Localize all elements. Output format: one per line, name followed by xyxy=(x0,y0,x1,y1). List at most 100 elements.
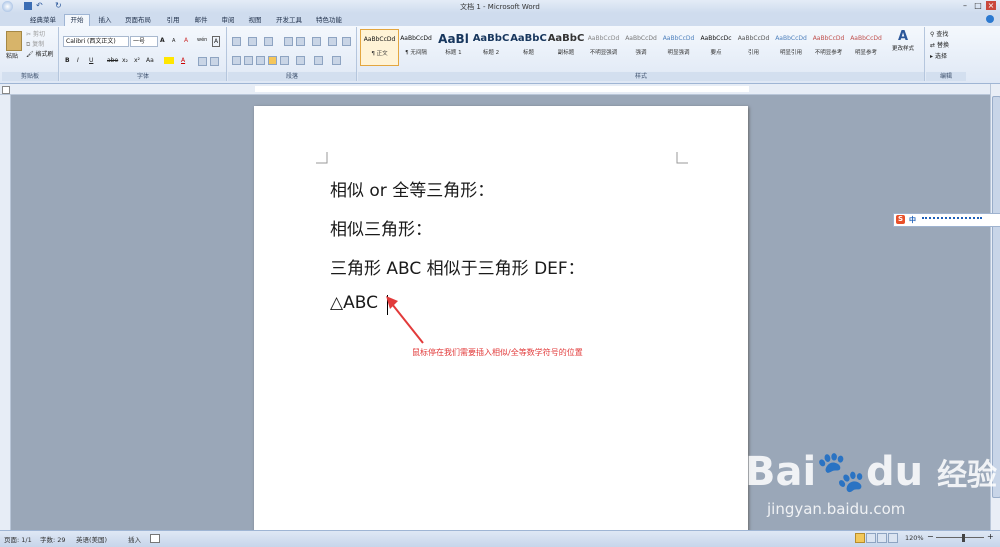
bullets-icon[interactable] xyxy=(232,37,241,46)
shading-icon[interactable] xyxy=(314,56,323,65)
shrink-font-button[interactable]: A xyxy=(172,37,175,46)
style-item[interactable]: AaBbCcDd 明显参考 xyxy=(848,29,885,64)
style-item[interactable]: AaBbCcDd 明显强调 xyxy=(660,29,697,64)
line-spacing-icon[interactable] xyxy=(296,56,305,65)
align-center-icon[interactable] xyxy=(244,56,253,65)
style-item[interactable]: AaBbC 副标题 xyxy=(548,29,585,64)
strikethrough-button[interactable]: abe xyxy=(107,56,118,65)
macro-record-icon[interactable] xyxy=(150,534,160,543)
copy-button[interactable]: ⧉ 复制 xyxy=(26,40,44,49)
watermark-cn: 经验 xyxy=(937,458,998,493)
style-item[interactable]: AaBl 标题 1 xyxy=(435,29,472,64)
fullscreen-reading-view-icon[interactable] xyxy=(866,533,876,543)
highlight-icon[interactable] xyxy=(164,57,174,64)
char-border-button[interactable]: A xyxy=(212,36,221,47)
chinese-layout-icon[interactable] xyxy=(312,37,321,46)
align-left-icon[interactable] xyxy=(232,56,241,65)
justify-icon[interactable] xyxy=(268,56,277,65)
paste-button[interactable]: 粘贴 xyxy=(6,52,18,61)
status-language[interactable]: 英语(美国) xyxy=(76,534,107,544)
style-item[interactable]: AaBbCcDd 不明显强调 xyxy=(585,29,622,64)
vertical-ruler[interactable] xyxy=(0,95,11,530)
change-case-button[interactable]: Aa xyxy=(146,56,154,65)
minimize-button[interactable]: – xyxy=(960,1,970,10)
doc-line-3: 三角形 ABC 相似于三角形 DEF： xyxy=(330,259,585,279)
style-item[interactable]: AaBbCcDd ¶ 正文 xyxy=(360,29,399,66)
outline-view-icon[interactable] xyxy=(888,533,898,543)
increase-indent-icon[interactable] xyxy=(296,37,305,46)
replace-button[interactable]: ⇄ 替换 xyxy=(930,41,949,50)
ime-lang[interactable]: 中 xyxy=(909,215,916,225)
tab-developer[interactable]: 开发工具 xyxy=(272,15,306,26)
style-item[interactable]: AaBbCcDd 引用 xyxy=(735,29,772,64)
decrease-indent-icon[interactable] xyxy=(284,37,293,46)
style-item[interactable]: AaBbCcDd 强调 xyxy=(623,29,660,64)
superscript-button[interactable]: x² xyxy=(134,56,140,65)
align-right-icon[interactable] xyxy=(256,56,265,65)
find-button[interactable]: ⚲ 查找 xyxy=(930,30,948,39)
ime-tools[interactable] xyxy=(922,217,982,224)
close-button[interactable]: × xyxy=(986,1,996,10)
zoom-in-button[interactable]: + xyxy=(987,532,994,541)
tab-page-layout[interactable]: 页面布局 xyxy=(120,15,156,26)
cut-button[interactable]: ✂ 剪切 xyxy=(26,30,45,39)
print-layout-view-icon[interactable] xyxy=(855,533,865,543)
style-item[interactable]: AaBbCcDc 要点 xyxy=(698,29,735,64)
subscript-button[interactable]: x₂ xyxy=(122,56,128,65)
clear-format-button[interactable]: A xyxy=(184,36,188,45)
zoom-out-button[interactable]: − xyxy=(927,532,934,541)
tab-review[interactable]: 审阅 xyxy=(217,15,239,26)
bold-button[interactable]: B xyxy=(65,56,70,65)
show-marks-icon[interactable] xyxy=(342,37,351,46)
tab-references[interactable]: 引用 xyxy=(162,15,184,26)
numbering-icon[interactable] xyxy=(248,37,257,46)
change-styles-button[interactable]: A 更改样式 xyxy=(884,29,922,69)
phonetic-guide-button[interactable]: wén xyxy=(197,36,207,45)
styles-group: AaBbCcDd ¶ 正文 AaBbCcDd ¶ 无间隔 AaBl 标题 1 AaBbC 标题… xyxy=(358,27,925,81)
tab-view[interactable]: 视图 xyxy=(244,15,266,26)
style-item[interactable]: AaBbCcDd 明显引用 xyxy=(773,29,810,64)
clipboard-group-label: 剪贴板 xyxy=(2,72,58,81)
format-painter-button[interactable]: 🖌 格式刷 xyxy=(26,50,54,59)
style-item[interactable]: AaBbCcDd ¶ 无间隔 xyxy=(398,29,435,64)
status-insert-mode[interactable]: 插入 xyxy=(128,534,141,544)
sort-icon[interactable] xyxy=(328,37,337,46)
zoom-slider-thumb[interactable] xyxy=(962,534,965,542)
document-page[interactable] xyxy=(254,106,748,536)
zoom-level[interactable]: 120% xyxy=(905,534,924,542)
underline-button[interactable]: U xyxy=(89,56,93,65)
select-label: 选择 xyxy=(934,53,947,60)
multilevel-list-icon[interactable] xyxy=(264,37,273,46)
tab-selector-icon[interactable] xyxy=(2,86,10,94)
char-shading-icon[interactable] xyxy=(198,57,207,66)
scroll-thumb[interactable] xyxy=(992,96,1000,498)
tab-insert[interactable]: 插入 xyxy=(94,15,116,26)
web-layout-view-icon[interactable] xyxy=(877,533,887,543)
tab-classic-menu[interactable]: 经典菜单 xyxy=(26,15,60,26)
select-button[interactable]: ▸ 选择 xyxy=(930,52,947,61)
font-color-button[interactable]: A xyxy=(181,56,185,65)
borders-icon[interactable] xyxy=(332,56,341,65)
style-item[interactable]: AaBbC 标题 xyxy=(510,29,547,64)
style-item[interactable]: AaBbC 标题 2 xyxy=(473,29,510,64)
maximize-button[interactable]: □ xyxy=(973,1,983,10)
grow-font-button[interactable]: A xyxy=(160,36,165,45)
style-item[interactable]: AaBbCcDd 不明显参考 xyxy=(810,29,847,64)
tab-mailings[interactable]: 邮件 xyxy=(190,15,212,26)
cut-label: 剪切 xyxy=(32,31,45,38)
ime-toolbar[interactable]: S 中 xyxy=(893,213,1000,227)
zoom-slider[interactable] xyxy=(936,537,984,538)
font-name-combo[interactable]: Calibri (西文正文) xyxy=(63,36,129,47)
tab-features[interactable]: 特色功能 xyxy=(312,15,346,26)
font-size-combo[interactable]: 一号 xyxy=(130,36,158,47)
help-icon[interactable] xyxy=(986,15,994,23)
enclose-char-icon[interactable] xyxy=(210,57,219,66)
status-words[interactable]: 字数: 29 xyxy=(40,534,66,544)
sogou-icon[interactable]: S xyxy=(896,215,905,224)
status-page[interactable]: 页面: 1/1 xyxy=(4,534,32,544)
annotation-text: 鼠标停在我们需要插入相似/全等数学符号的位置 xyxy=(412,348,583,357)
ruler-text-area xyxy=(255,86,749,92)
italic-button[interactable]: I xyxy=(77,56,79,65)
style-name: ¶ 无间隔 xyxy=(405,50,427,56)
distributed-icon[interactable] xyxy=(280,56,289,65)
